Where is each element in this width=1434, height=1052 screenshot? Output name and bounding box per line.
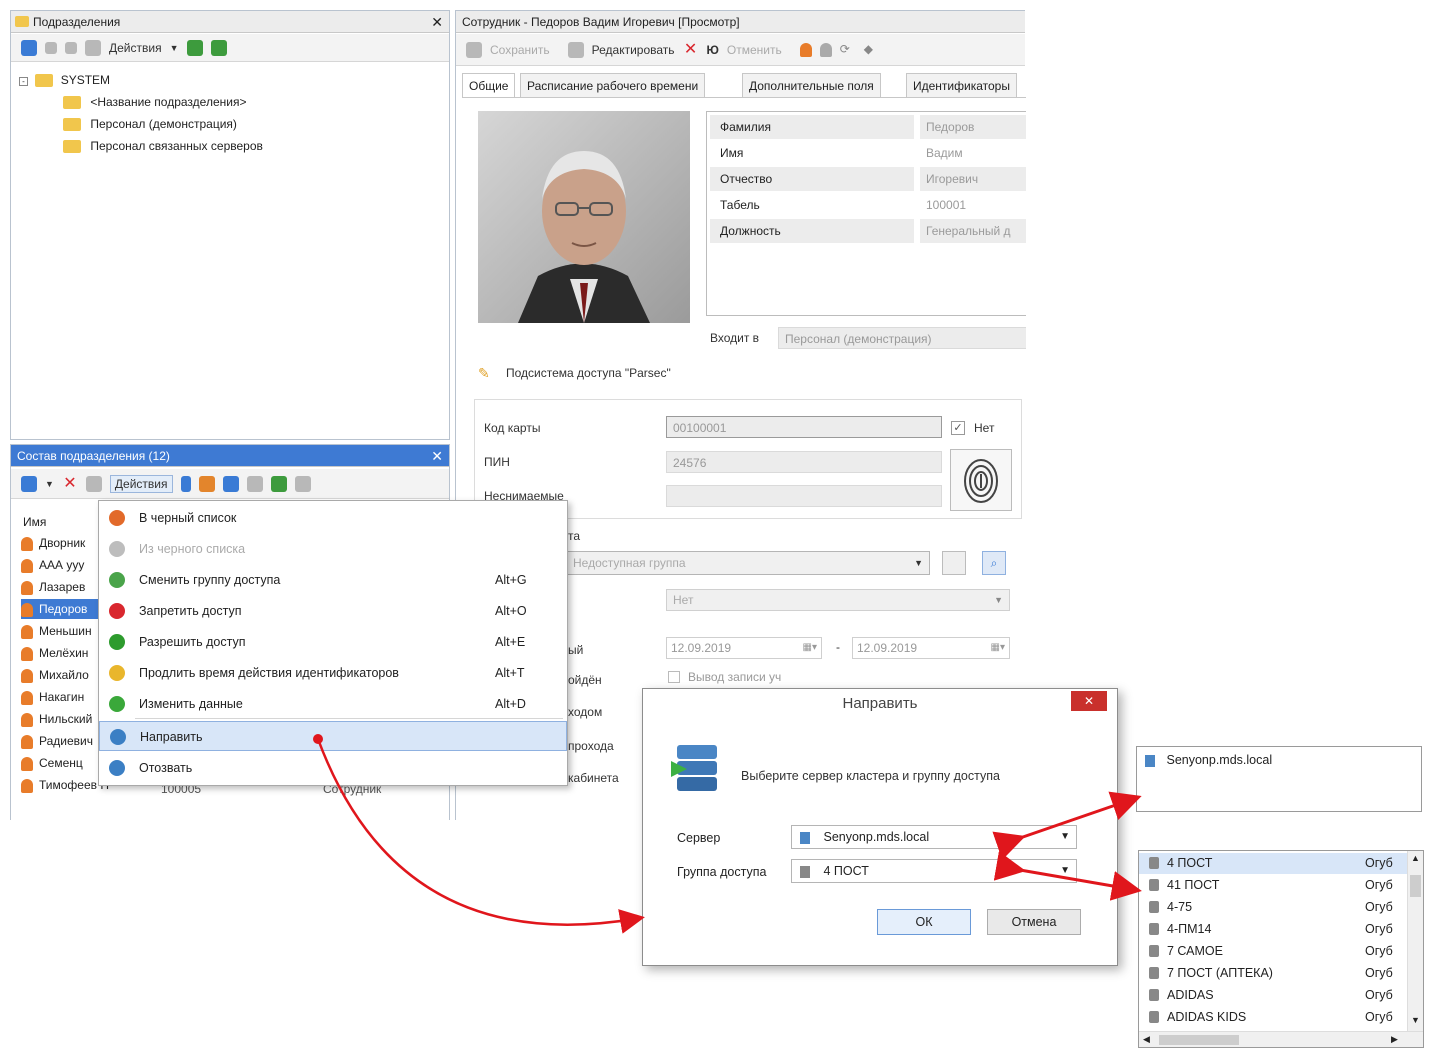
annotation-arrows (313, 734, 1142, 934)
